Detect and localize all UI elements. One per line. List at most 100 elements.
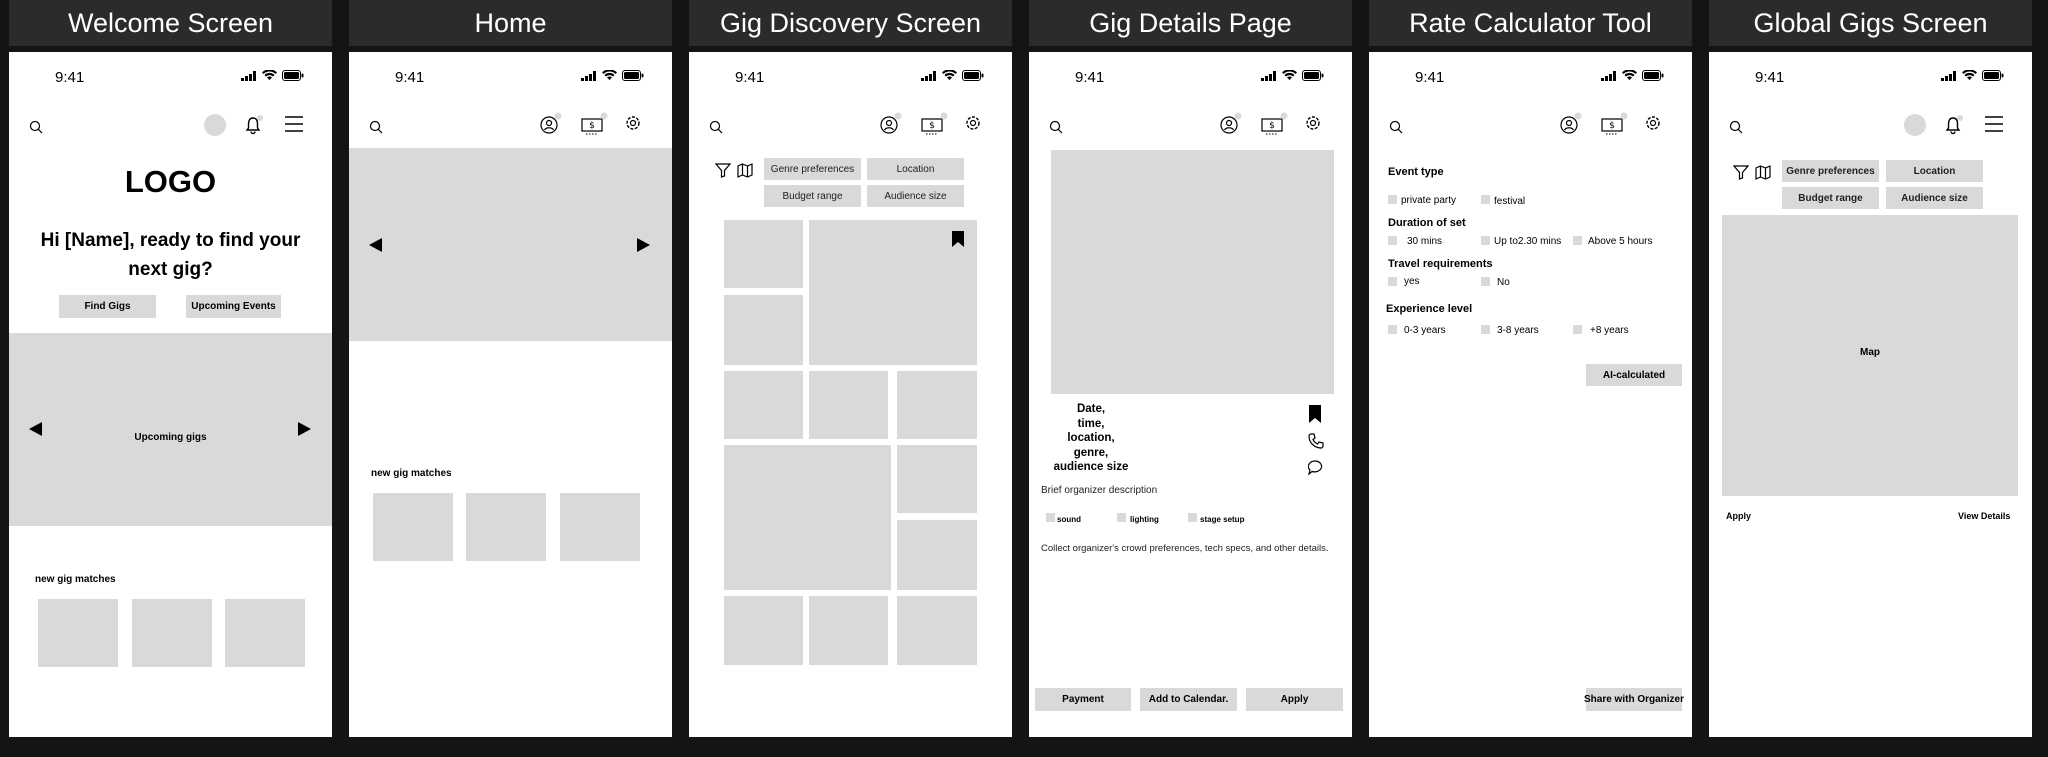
- checkbox-0-3-years[interactable]: [1388, 325, 1397, 334]
- filter-chip-location[interactable]: Location: [867, 158, 964, 180]
- event-type-heading: Event type: [1388, 166, 1444, 178]
- gig-tile[interactable]: [724, 295, 803, 365]
- map-icon[interactable]: [1755, 165, 1771, 180]
- menu-icon[interactable]: [1985, 116, 2003, 132]
- filter-chip-budget[interactable]: Budget range: [1782, 187, 1879, 209]
- option-checkbox-stage-setup[interactable]: [1188, 513, 1197, 522]
- hero-carousel[interactable]: [349, 148, 672, 341]
- wallet-icon[interactable]: $: [1261, 112, 1289, 136]
- bell-icon[interactable]: [1944, 115, 1964, 135]
- travel-heading: Travel requirements: [1388, 258, 1493, 270]
- search-icon[interactable]: [1049, 120, 1063, 134]
- gig-tile[interactable]: [724, 220, 803, 288]
- search-icon[interactable]: [369, 120, 383, 134]
- add-to-calendar-button[interactable]: Add to Calendar.: [1140, 688, 1237, 711]
- gig-tile[interactable]: [897, 371, 977, 439]
- filter-icon[interactable]: [715, 163, 731, 178]
- search-icon[interactable]: [29, 120, 43, 134]
- gig-tile[interactable]: [809, 371, 888, 439]
- gig-match-card[interactable]: [38, 599, 118, 667]
- apply-button[interactable]: Apply: [1246, 688, 1343, 711]
- wallet-icon[interactable]: $: [581, 112, 609, 136]
- payment-button[interactable]: Payment: [1035, 688, 1131, 711]
- avatar[interactable]: [1904, 114, 1926, 136]
- bookmark-icon[interactable]: [1309, 405, 1321, 423]
- gear-icon[interactable]: [624, 114, 642, 132]
- filter-chip-audience[interactable]: Audience size: [1886, 187, 1983, 209]
- checkbox-up-to-2-30[interactable]: [1481, 236, 1490, 245]
- wallet-icon[interactable]: $: [921, 112, 949, 136]
- checkbox-travel-yes[interactable]: [1388, 277, 1397, 286]
- apply-link[interactable]: Apply: [1726, 511, 1751, 521]
- gig-tile[interactable]: [897, 596, 977, 665]
- carousel-prev-arrow[interactable]: [369, 238, 382, 252]
- svg-text:$: $: [589, 121, 595, 131]
- gig-tile[interactable]: [897, 445, 977, 513]
- gig-match-card[interactable]: [373, 493, 453, 561]
- gig-match-card[interactable]: [560, 493, 640, 561]
- label-0-3-years: 0-3 years: [1404, 325, 1446, 336]
- search-icon[interactable]: [1389, 120, 1403, 134]
- share-with-organizer-button[interactable]: Share with Organizer: [1584, 688, 1684, 711]
- signal-icon: [1261, 70, 1276, 81]
- phone-icon[interactable]: [1308, 433, 1324, 449]
- gig-match-card[interactable]: [466, 493, 546, 561]
- carousel-next-arrow[interactable]: [637, 238, 650, 252]
- filter-icon[interactable]: [1733, 165, 1749, 180]
- option-checkbox-lighting[interactable]: [1117, 513, 1126, 522]
- profile-icon[interactable]: [539, 112, 563, 136]
- status-bar-icons: [1261, 70, 1324, 81]
- gig-tile-large[interactable]: [724, 445, 891, 590]
- profile-icon[interactable]: [879, 112, 903, 136]
- checkbox-30-mins[interactable]: [1388, 236, 1397, 245]
- view-details-link[interactable]: View Details: [1958, 511, 2010, 521]
- find-gigs-button[interactable]: Find Gigs: [59, 295, 156, 318]
- phone-calculator: 9:41 $ Event type private party festival…: [1369, 52, 1692, 737]
- gear-icon[interactable]: [1644, 114, 1662, 132]
- status-bar-icons: [1941, 70, 2004, 81]
- search-icon[interactable]: [709, 120, 723, 134]
- chat-icon[interactable]: [1308, 460, 1324, 475]
- phone-details: 9:41 $ Date, time, location, genre, audi…: [1029, 52, 1352, 737]
- wifi-icon: [942, 70, 957, 80]
- filter-chip-genre[interactable]: Genre preferences: [1782, 160, 1879, 182]
- battery-icon: [1982, 70, 2004, 81]
- search-icon[interactable]: [1729, 120, 1743, 134]
- gig-tile[interactable]: [897, 520, 977, 590]
- filter-chip-budget[interactable]: Budget range: [764, 185, 861, 207]
- checkbox-above-5-hours[interactable]: [1573, 236, 1582, 245]
- status-bar-icons: [921, 70, 984, 81]
- label-up-to-2-30: Up to2.30 mins: [1494, 236, 1562, 247]
- gear-icon[interactable]: [1304, 114, 1322, 132]
- gig-match-card[interactable]: [225, 599, 305, 667]
- profile-icon[interactable]: [1559, 112, 1583, 136]
- checkbox-3-8-years[interactable]: [1481, 325, 1490, 334]
- filter-chip-location[interactable]: Location: [1886, 160, 1983, 182]
- checkbox-travel-no[interactable]: [1481, 277, 1490, 286]
- gig-image: [1051, 150, 1334, 394]
- gig-tile[interactable]: [724, 596, 803, 665]
- battery-icon: [1642, 70, 1664, 81]
- status-time: 9:41: [1755, 69, 1785, 86]
- gig-match-card[interactable]: [132, 599, 212, 667]
- gear-icon[interactable]: [964, 114, 982, 132]
- bell-icon[interactable]: [244, 115, 264, 135]
- avatar[interactable]: [204, 114, 226, 136]
- checkbox-private-party[interactable]: [1388, 195, 1397, 204]
- gig-tile[interactable]: [724, 371, 803, 439]
- profile-icon[interactable]: [1219, 112, 1243, 136]
- gig-tile[interactable]: [809, 596, 888, 665]
- wallet-icon[interactable]: $: [1601, 112, 1629, 136]
- filter-chip-genre[interactable]: Genre preferences: [764, 158, 861, 180]
- label-private-party: private party: [1401, 195, 1457, 206]
- option-checkbox-sound[interactable]: [1046, 513, 1055, 522]
- ai-calculated-button[interactable]: AI-calculated: [1586, 364, 1682, 386]
- checkbox-8-plus-years[interactable]: [1573, 325, 1582, 334]
- filter-chip-audience[interactable]: Audience size: [867, 185, 964, 207]
- upcoming-gigs-carousel[interactable]: [9, 333, 332, 526]
- bookmark-icon[interactable]: [952, 231, 964, 247]
- checkbox-festival[interactable]: [1481, 195, 1490, 204]
- map-icon[interactable]: [737, 163, 753, 178]
- menu-icon[interactable]: [285, 116, 303, 132]
- upcoming-events-button[interactable]: Upcoming Events: [186, 295, 281, 318]
